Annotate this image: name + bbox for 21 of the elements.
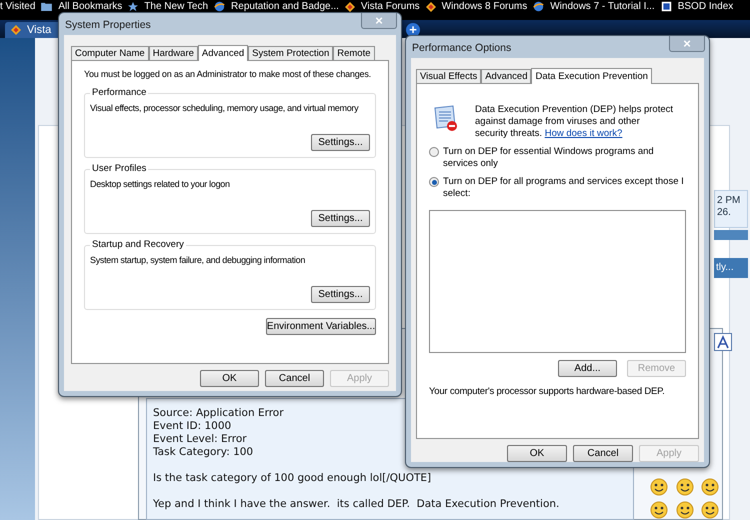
group-title: Performance (90, 86, 148, 98)
group-description: Desktop settings related to your logon (90, 178, 230, 191)
message-line: Is the task category of 100 good enough lol[/QUOTE] (153, 472, 432, 485)
group-description: Visual effects, processor scheduling, memory usage, and virtual memory (90, 102, 358, 115)
status-text: Your computer's processor supports hardware-based DEP. (429, 385, 666, 399)
info-text: 2 PM (717, 195, 740, 207)
info-text: 26. (717, 207, 731, 219)
tab-label: Vista (27, 22, 52, 38)
message-line: Event Level: Error (153, 433, 247, 446)
intro-text: Data Execution Prevention (DEP) helps protect against damage from viruses and other security threats. How does it work? (475, 104, 674, 140)
group-description: System startup, system failure, and debugging information (90, 254, 306, 267)
window-title: System Properties (65, 18, 151, 33)
message-line: Task Category: 100 (153, 446, 254, 459)
message-line: Yep and I think I have the answer. its called DEP. Data Execution Prevention. (153, 498, 560, 511)
group-title: Startup and Recovery (90, 238, 186, 250)
option-label: Turn on DEP for essential Windows programs and services only (443, 146, 655, 170)
message-line: Source: Application Error (153, 407, 284, 420)
window-title: Performance Options (412, 41, 512, 56)
notice-text: You must be logged on as an Administrator to make most of these changes. (84, 68, 371, 81)
message-line: Event ID: 1000 (153, 420, 232, 433)
group-title: User Profiles (90, 162, 148, 174)
